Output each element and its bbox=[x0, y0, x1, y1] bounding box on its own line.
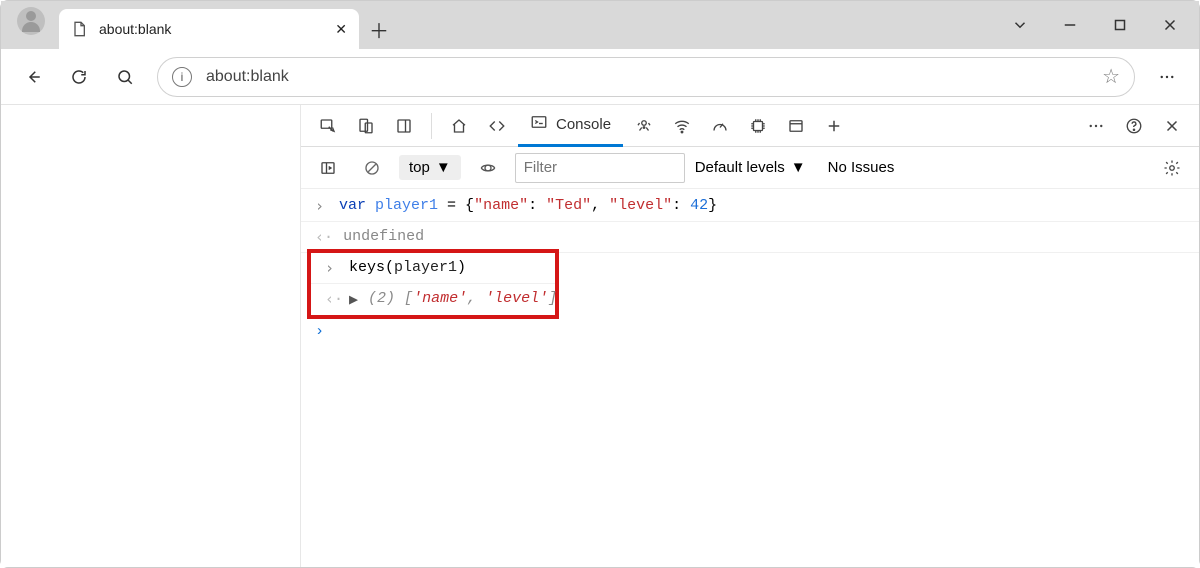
console-code: var player1 = {"name": "Ted", "level": 4… bbox=[339, 197, 717, 214]
filter-input[interactable] bbox=[515, 153, 685, 183]
context-selector-label: top bbox=[409, 159, 430, 176]
page-viewport bbox=[1, 105, 301, 567]
input-prompt-icon: › bbox=[325, 259, 339, 277]
console-toolbar: top ▼ Default levels ▼ No Issues bbox=[301, 147, 1199, 189]
address-bar[interactable]: i about:blank ☆ bbox=[157, 57, 1135, 97]
console-prompt[interactable]: › bbox=[301, 315, 1199, 348]
clear-console-icon[interactable] bbox=[355, 151, 389, 185]
memory-tab-icon[interactable] bbox=[741, 109, 775, 143]
console-code: keys(player1) bbox=[349, 259, 466, 276]
elements-tab-icon[interactable] bbox=[480, 109, 514, 143]
output-prompt-icon: ‹· bbox=[315, 228, 333, 246]
console-result: (2) ['name', 'level'] bbox=[368, 290, 557, 307]
devtools-panel: Console top ▼ Default bbox=[301, 105, 1199, 567]
inspect-element-icon[interactable] bbox=[311, 109, 345, 143]
search-button[interactable] bbox=[105, 57, 145, 97]
output-prompt-icon: ‹· bbox=[325, 290, 339, 308]
chevron-down-icon: ▼ bbox=[436, 159, 451, 176]
console-input-line: › keys(player1) bbox=[311, 253, 555, 284]
console-input-line: › var player1 = {"name": "Ted", "level":… bbox=[301, 191, 1199, 222]
application-tab-icon[interactable] bbox=[779, 109, 813, 143]
console-result: undefined bbox=[343, 228, 424, 245]
toggle-sidebar-icon[interactable] bbox=[311, 151, 345, 185]
more-tabs-button[interactable] bbox=[817, 109, 851, 143]
devtools-tabbar: Console bbox=[301, 105, 1199, 147]
input-prompt-icon: › bbox=[315, 197, 329, 215]
live-expression-icon[interactable] bbox=[471, 151, 505, 185]
window-close-icon[interactable] bbox=[1145, 5, 1195, 45]
issues-label: No Issues bbox=[828, 159, 895, 176]
devtools-more-icon[interactable] bbox=[1079, 109, 1113, 143]
console-output: › var player1 = {"name": "Ted", "level":… bbox=[301, 189, 1199, 567]
content-area: Console top ▼ Default bbox=[1, 105, 1199, 567]
console-tab-icon bbox=[530, 113, 548, 135]
welcome-tab-icon[interactable] bbox=[442, 109, 476, 143]
devtools-close-icon[interactable] bbox=[1155, 109, 1189, 143]
more-menu-button[interactable] bbox=[1147, 57, 1187, 97]
chevron-down-icon: ▼ bbox=[791, 159, 806, 176]
highlighted-region: › keys(player1) ‹· ▶ (2) ['name', 'level… bbox=[307, 249, 559, 319]
url-text: about:blank bbox=[206, 68, 289, 86]
close-tab-icon[interactable]: ✕ bbox=[335, 21, 347, 38]
expand-triangle-icon[interactable]: ▶ bbox=[349, 290, 358, 309]
console-output-line: ‹· ▶ (2) ['name', 'level'] bbox=[311, 284, 555, 315]
window-controls bbox=[995, 1, 1199, 49]
new-tab-button[interactable]: ＋ bbox=[359, 9, 399, 49]
window-minimize-icon[interactable] bbox=[1045, 5, 1095, 45]
back-button[interactable] bbox=[13, 57, 53, 97]
log-levels-selector[interactable]: Default levels ▼ bbox=[695, 159, 806, 176]
console-tab-label: Console bbox=[556, 116, 611, 133]
browser-titlebar: about:blank ✕ ＋ bbox=[1, 1, 1199, 49]
context-selector[interactable]: top ▼ bbox=[399, 155, 461, 180]
network-tab-icon[interactable] bbox=[665, 109, 699, 143]
dock-side-icon[interactable] bbox=[387, 109, 421, 143]
browser-toolbar: i about:blank ☆ bbox=[1, 49, 1199, 105]
tab-title: about:blank bbox=[99, 21, 171, 37]
console-settings-icon[interactable] bbox=[1155, 151, 1189, 185]
site-info-icon[interactable]: i bbox=[172, 67, 192, 87]
levels-label: Default levels bbox=[695, 159, 785, 176]
window-chevron-icon[interactable] bbox=[995, 5, 1045, 45]
console-tab[interactable]: Console bbox=[518, 105, 623, 147]
devtools-help-icon[interactable] bbox=[1117, 109, 1151, 143]
browser-tab[interactable]: about:blank ✕ bbox=[59, 9, 359, 49]
window-maximize-icon[interactable] bbox=[1095, 5, 1145, 45]
performance-tab-icon[interactable] bbox=[703, 109, 737, 143]
refresh-button[interactable] bbox=[59, 57, 99, 97]
profile-avatar[interactable] bbox=[17, 7, 45, 35]
favorite-star-icon[interactable]: ☆ bbox=[1102, 64, 1120, 89]
input-prompt-icon: › bbox=[315, 323, 324, 340]
device-emulation-icon[interactable] bbox=[349, 109, 383, 143]
page-icon bbox=[71, 21, 87, 37]
sources-tab-icon[interactable] bbox=[627, 109, 661, 143]
